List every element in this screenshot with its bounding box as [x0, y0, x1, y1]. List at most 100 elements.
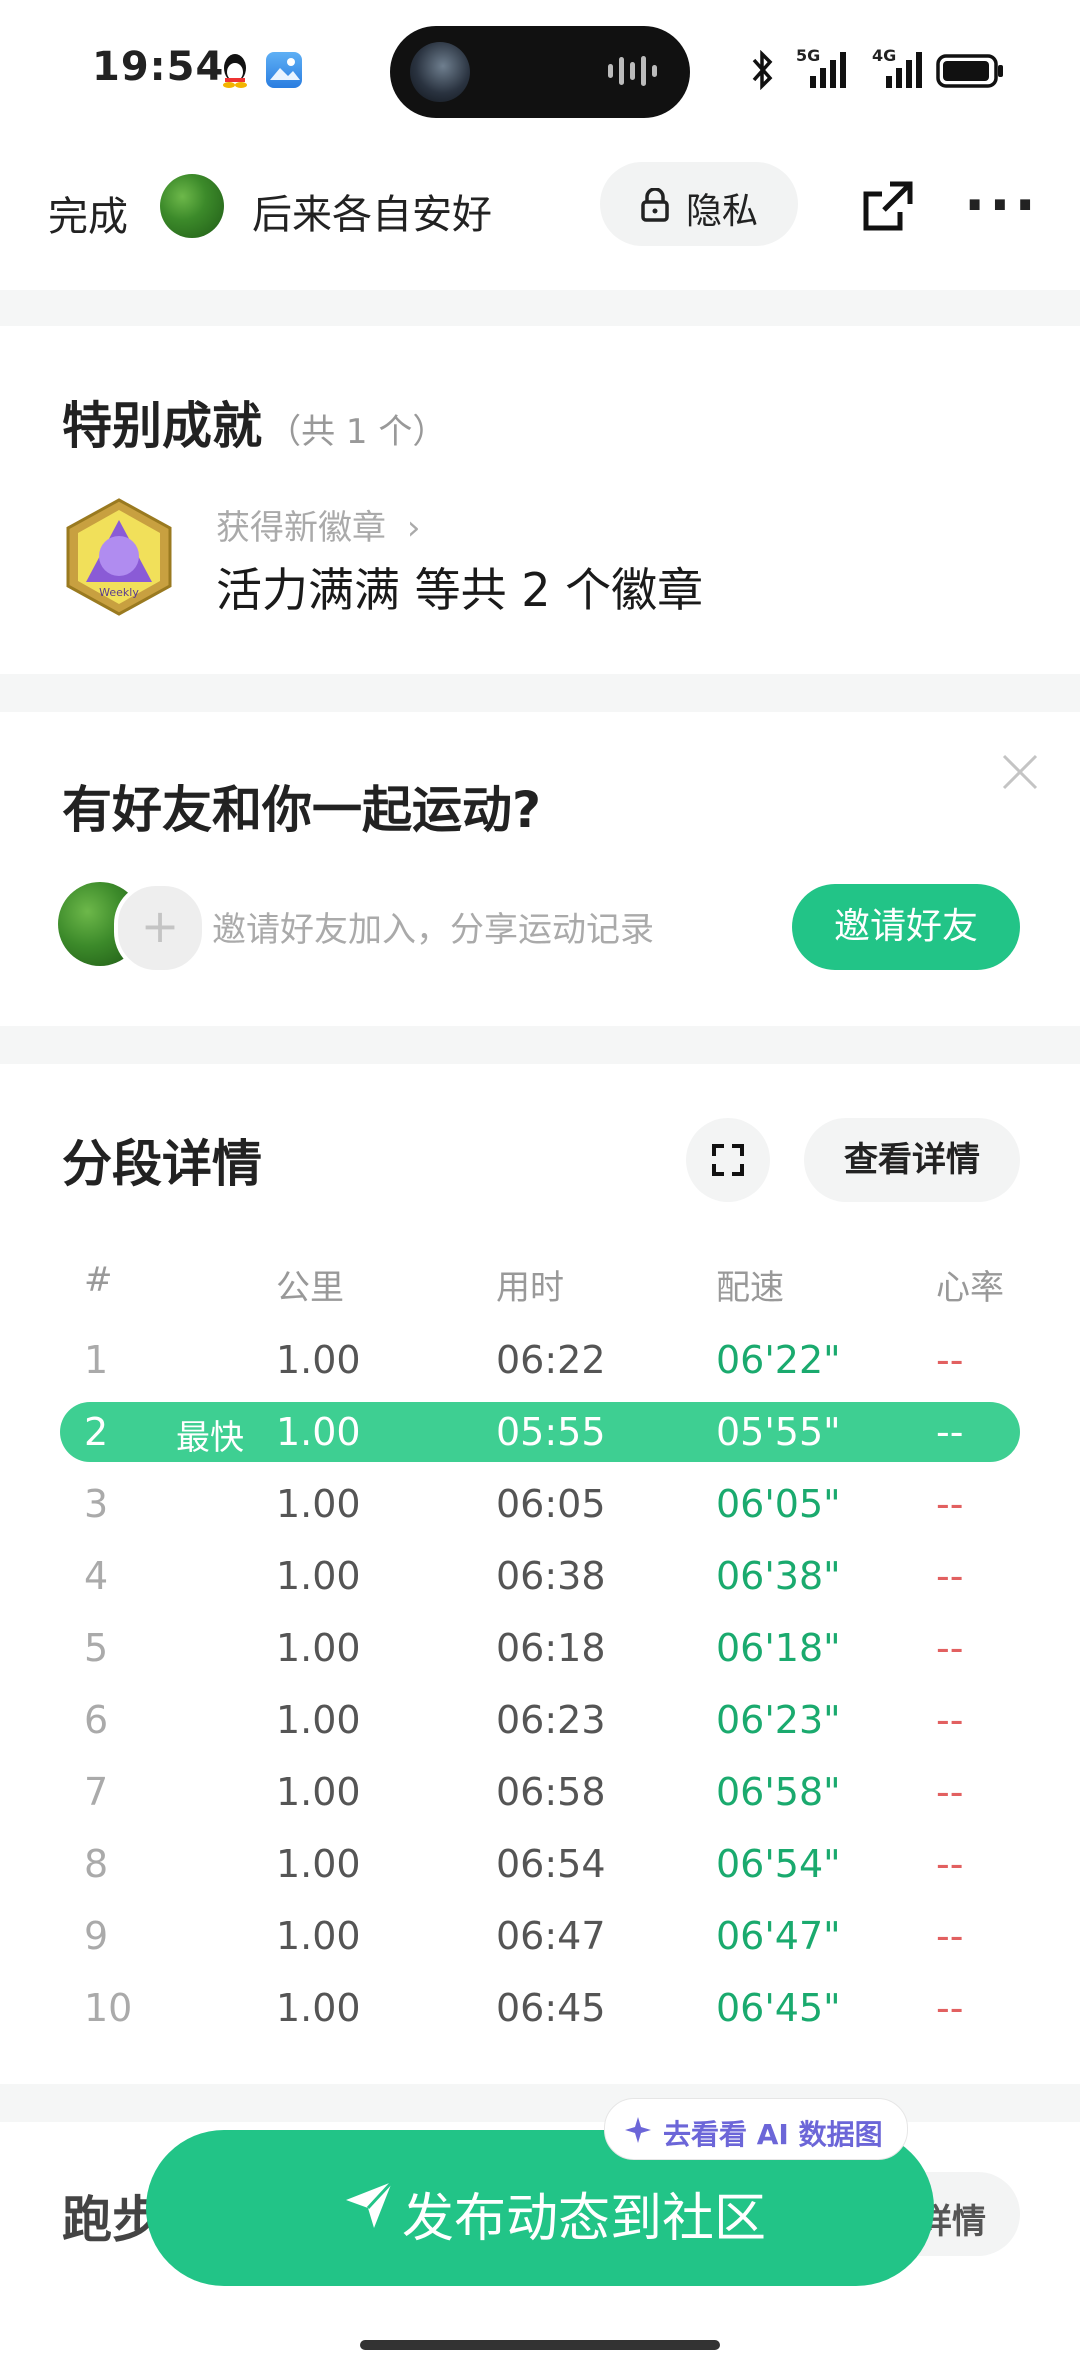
split-distance: 1.00: [276, 1986, 361, 2030]
split-index: 10: [84, 1986, 133, 2030]
split-pace: 06'38": [716, 1554, 841, 1598]
ai-tip-label: 去看看 AI 数据图: [663, 2118, 883, 2151]
battery-icon: [936, 54, 1004, 92]
split-index: 9: [84, 1914, 109, 1958]
split-duration: 06:38: [496, 1554, 606, 1598]
publish-label: 发布动态到社区: [402, 2189, 767, 2249]
col-header-time: 用时: [496, 1268, 564, 1308]
split-distance: 1.00: [276, 1482, 361, 1526]
split-pace: 06'18": [716, 1626, 841, 1670]
signal-5g-icon: 5G: [790, 46, 852, 90]
split-duration: 06:05: [496, 1482, 606, 1526]
col-header-pace: 配速: [716, 1268, 784, 1308]
gallery-icon: [266, 52, 302, 88]
split-row: 7 1.00 06:58 06'58" --: [60, 1762, 1020, 1822]
invite-hint: 邀请好友加入，分享运动记录: [212, 910, 654, 950]
split-index: 2: [84, 1410, 109, 1454]
split-row: 1 1.00 06:22 06'22" --: [60, 1330, 1020, 1390]
split-duration: 06:18: [496, 1626, 606, 1670]
split-heart-rate: --: [936, 1914, 964, 1958]
qq-icon: [220, 52, 250, 88]
invite-friend-button[interactable]: 邀请好友: [792, 884, 1020, 970]
split-pace: 06'22": [716, 1338, 841, 1382]
split-duration: 06:58: [496, 1770, 606, 1814]
split-row: 9 1.00 06:47 06'47" --: [60, 1906, 1020, 1966]
split-heart-rate: --: [936, 1698, 964, 1742]
split-pace: 06'47": [716, 1914, 841, 1958]
splits-card: 分段详情 查看详情 # 公里 用时 配速 心率 1 1.00 06:22 06'22"…: [0, 1064, 1080, 2084]
add-friend-icon[interactable]: +: [114, 882, 206, 974]
sparkle-icon: [625, 2117, 651, 2143]
home-indicator[interactable]: [360, 2340, 720, 2350]
split-heart-rate: --: [936, 1770, 964, 1814]
split-index: 6: [84, 1698, 109, 1742]
split-row: 3 1.00 06:05 06'05" --: [60, 1474, 1020, 1534]
share-icon[interactable]: [860, 178, 916, 234]
split-pace: 06'58": [716, 1770, 841, 1814]
split-pace: 06'54": [716, 1842, 841, 1886]
done-button[interactable]: 完成: [48, 184, 128, 242]
col-header-heart-rate: 心率: [936, 1268, 1004, 1308]
split-heart-rate: --: [936, 1554, 964, 1598]
split-distance: 1.00: [276, 1842, 361, 1886]
splits-title: 分段详情: [62, 1135, 262, 1193]
expand-icon: [712, 1144, 744, 1176]
split-duration: 06:45: [496, 1986, 606, 2030]
badge-summary[interactable]: 活力满满 等共 2 个徽章: [216, 554, 703, 620]
split-heart-rate: --: [936, 1626, 964, 1670]
signal-4g-icon: 4G: [866, 46, 928, 90]
col-header-km: 公里: [276, 1268, 344, 1308]
badge-inner-label: Weekly: [99, 586, 139, 599]
chevron-right-icon: ›: [406, 508, 421, 548]
split-distance: 1.00: [276, 1626, 361, 1670]
fastest-tag: 最快: [176, 1418, 244, 1458]
split-heart-rate: --: [936, 1842, 964, 1886]
audio-wave-icon: [608, 56, 663, 88]
achievements-card: 特别成就 （共 1 个） Weekly 获得新徽章 › 活力满满 等共 2 个徽…: [0, 326, 1080, 674]
achievements-title: 特别成就: [62, 397, 262, 455]
badge-icon[interactable]: Weekly: [64, 498, 174, 616]
split-pace: 06'23": [716, 1698, 841, 1742]
achievements-header: 特别成就 （共 1 个）: [62, 386, 446, 458]
split-index: 7: [84, 1770, 109, 1814]
ai-data-chart-tip[interactable]: 去看看 AI 数据图: [604, 2098, 908, 2160]
split-row: 8 1.00 06:54 06'54" --: [60, 1834, 1020, 1894]
split-distance: 1.00: [276, 1554, 361, 1598]
split-pace: 06'45": [716, 1986, 841, 2030]
split-heart-rate: --: [936, 1986, 964, 2030]
user-avatar[interactable]: [160, 174, 224, 238]
split-heart-rate: --: [936, 1338, 964, 1382]
view-details-button[interactable]: 查看详情: [804, 1118, 1020, 1202]
split-row: 4 1.00 06:38 06'38" --: [60, 1546, 1020, 1606]
split-index: 1: [84, 1338, 109, 1382]
user-name: 后来各自安好: [252, 192, 492, 238]
status-bar: 19:54 5G 4G: [0, 0, 1080, 140]
dynamic-island[interactable]: [390, 26, 690, 118]
split-row: 5 1.00 06:18 06'18" --: [60, 1618, 1020, 1678]
privacy-label: 隐私: [686, 191, 759, 232]
status-time: 19:54: [92, 44, 225, 90]
more-icon[interactable]: ···: [964, 178, 1040, 234]
privacy-button[interactable]: 隐私: [600, 162, 798, 246]
new-badge-label: 获得新徽章: [216, 508, 386, 548]
split-duration: 06:54: [496, 1842, 606, 1886]
island-album-icon: [410, 42, 470, 102]
friends-title: 有好友和你一起运动?: [62, 781, 542, 839]
col-header-index: #: [84, 1260, 113, 1300]
split-distance: 1.00: [276, 1914, 361, 1958]
close-icon[interactable]: [1000, 752, 1040, 792]
split-pace: 05'55": [716, 1410, 841, 1454]
split-heart-rate: --: [936, 1482, 964, 1526]
top-nav: 完成 后来各自安好 隐私 ···: [0, 140, 1080, 290]
split-distance: 1.00: [276, 1698, 361, 1742]
split-row: 2 1.00 05:55 05'55" -- 最快: [60, 1402, 1020, 1462]
send-icon: [346, 2180, 394, 2228]
split-duration: 06:23: [496, 1698, 606, 1742]
fullscreen-button[interactable]: [686, 1118, 770, 1202]
split-duration: 06:47: [496, 1914, 606, 1958]
split-duration: 05:55: [496, 1410, 606, 1454]
split-index: 3: [84, 1482, 109, 1526]
new-badge-link[interactable]: 获得新徽章 ›: [216, 500, 420, 549]
split-index: 4: [84, 1554, 109, 1598]
achievements-count: （共 1 个）: [267, 412, 447, 452]
